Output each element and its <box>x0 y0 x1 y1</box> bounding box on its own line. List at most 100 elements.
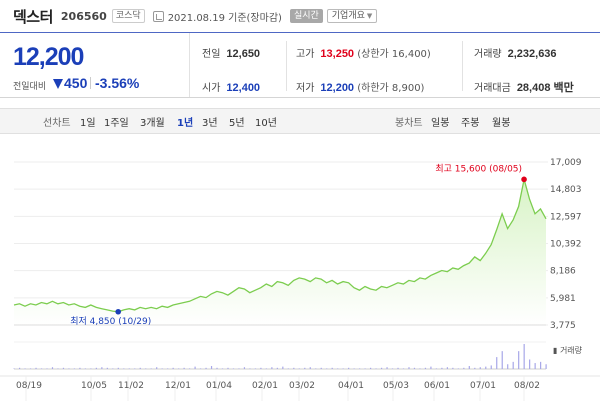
volume-bar <box>117 367 119 369</box>
stat-value: 2,232,636 <box>507 48 557 60</box>
volume-bar <box>408 367 410 369</box>
volume-bar <box>112 368 114 369</box>
realtime-button[interactable]: 실시간 <box>289 9 323 23</box>
volume-bar <box>435 368 438 369</box>
current-price: 12,200 <box>13 43 84 71</box>
volume-bar <box>161 368 163 369</box>
volume-bar <box>441 367 443 369</box>
lower-limit: (하한가 8,900) <box>357 83 425 94</box>
stat-value: 12,650 <box>226 48 261 60</box>
x-tick-label: 04/01 <box>338 381 364 391</box>
change-value: 450 <box>64 75 88 91</box>
volume-bar <box>490 365 492 369</box>
company-info-button[interactable]: 기업개요 ▼ <box>326 9 378 23</box>
volume-bar <box>304 367 306 369</box>
volume-bar <box>18 367 21 369</box>
volume-bar <box>353 368 355 369</box>
stat-value: 12,400 <box>226 82 261 94</box>
volume-bar <box>386 367 388 369</box>
volume-bar <box>326 368 328 369</box>
volume-bar <box>287 368 289 369</box>
volume-bar <box>62 367 65 369</box>
volume-bar <box>238 368 240 369</box>
volume-bar <box>529 359 531 369</box>
tab-1w[interactable]: 1주일 <box>104 114 129 129</box>
volume-bar <box>189 368 191 369</box>
volume-bar <box>271 367 273 369</box>
volume-bar <box>183 367 185 369</box>
divider <box>90 77 91 89</box>
volume-bar <box>205 367 207 369</box>
volume-bar <box>545 364 547 369</box>
volume-bar <box>359 368 361 369</box>
clock-icon <box>152 10 164 22</box>
price-area-fill <box>14 179 546 325</box>
volume-bar <box>479 367 481 369</box>
tab-daily-candle[interactable]: 일봉 <box>431 114 449 129</box>
current-price-panel: 12,200 전일대비 450 -3.56% <box>0 33 190 97</box>
y-tick-label: 8,186 <box>550 267 576 277</box>
tab-1y[interactable]: 1년 <box>177 114 193 129</box>
price-summary: 12,200 전일대비 450 -3.56% 전일 12,650 시가 12,400… <box>0 32 600 98</box>
volume-bar <box>391 368 394 369</box>
volume-bar <box>68 368 70 369</box>
volume-bar <box>413 367 416 369</box>
x-tick-label: 02/01 <box>252 381 278 391</box>
tab-3y[interactable]: 3년 <box>202 114 218 129</box>
stat-value: 12,200 <box>320 82 355 94</box>
volume-bar <box>24 368 26 369</box>
volume-bar <box>468 366 470 369</box>
stat-value: 13,250 <box>320 48 355 60</box>
volume-bar <box>507 364 509 369</box>
tab-monthly-candle[interactable]: 월봉 <box>492 114 510 129</box>
line-chart-label: 선차트 <box>43 118 71 129</box>
volume-bar <box>342 368 344 369</box>
stat-label: 거래대금 <box>474 83 511 94</box>
volume-bar <box>282 366 284 369</box>
volume-bar <box>57 368 59 369</box>
low-marker <box>115 308 122 315</box>
tab-5y[interactable]: 5년 <box>229 114 245 129</box>
stat-low: 저가 12,200 (하한가 8,900) <box>296 79 424 94</box>
volume-bar <box>315 368 317 369</box>
volume-bar <box>463 367 465 369</box>
x-tick-label: 10/05 <box>81 381 107 391</box>
volume-bar <box>128 368 130 369</box>
tab-10y[interactable]: 10년 <box>255 114 277 129</box>
volume-bar <box>260 367 262 369</box>
upper-limit: (상한가 16,400) <box>357 49 431 60</box>
volume-bar <box>364 368 366 369</box>
stat-high: 고가 13,250 (상한가 16,400) <box>296 45 431 60</box>
tab-1d[interactable]: 1일 <box>80 114 96 129</box>
volume-bar <box>51 367 54 369</box>
stat-label: 전일 <box>202 49 221 60</box>
tab-3m[interactable]: 3개월 <box>140 114 165 129</box>
volume-bar <box>134 368 136 369</box>
change-rate: -3.56% <box>95 75 140 91</box>
volume-bar <box>265 368 267 369</box>
volume-bar <box>199 368 202 369</box>
volume-bar <box>397 367 399 369</box>
x-tick-label: 03/02 <box>289 381 315 391</box>
change-label: 전일대비 <box>13 82 47 92</box>
tab-weekly-candle[interactable]: 주봉 <box>461 114 479 129</box>
stock-header: 덱스터 206560 코스닥 2021.08.19 기준(장마감) 실시간 기업… <box>0 0 600 32</box>
volume-bar <box>156 367 158 369</box>
volume-bar <box>150 368 152 369</box>
volume-bar <box>457 368 459 369</box>
x-axis-labels: 08/19 10/05 11/02 12/01 01/04 02/01 03/02 04/01… <box>0 375 600 401</box>
reference-date: 2021.08.19 기준(장마감) <box>167 12 282 24</box>
stock-code: 206560 <box>60 9 107 23</box>
volume-bar <box>46 368 48 369</box>
volume-bar <box>309 367 311 369</box>
volume-bar <box>380 367 383 369</box>
stat-label: 거래량 <box>474 49 502 60</box>
volume-bar <box>402 368 405 369</box>
volume-bar <box>221 368 224 369</box>
y-tick-label: 10,392 <box>550 240 582 250</box>
stat-label: 고가 <box>296 49 315 60</box>
volume-label: ▮ 거래량 <box>553 345 583 355</box>
stat-value: 28,408 백만 <box>516 82 574 94</box>
volume-bars: ▮ 거래량 <box>13 341 583 370</box>
stock-name: 덱스터 <box>13 7 53 26</box>
